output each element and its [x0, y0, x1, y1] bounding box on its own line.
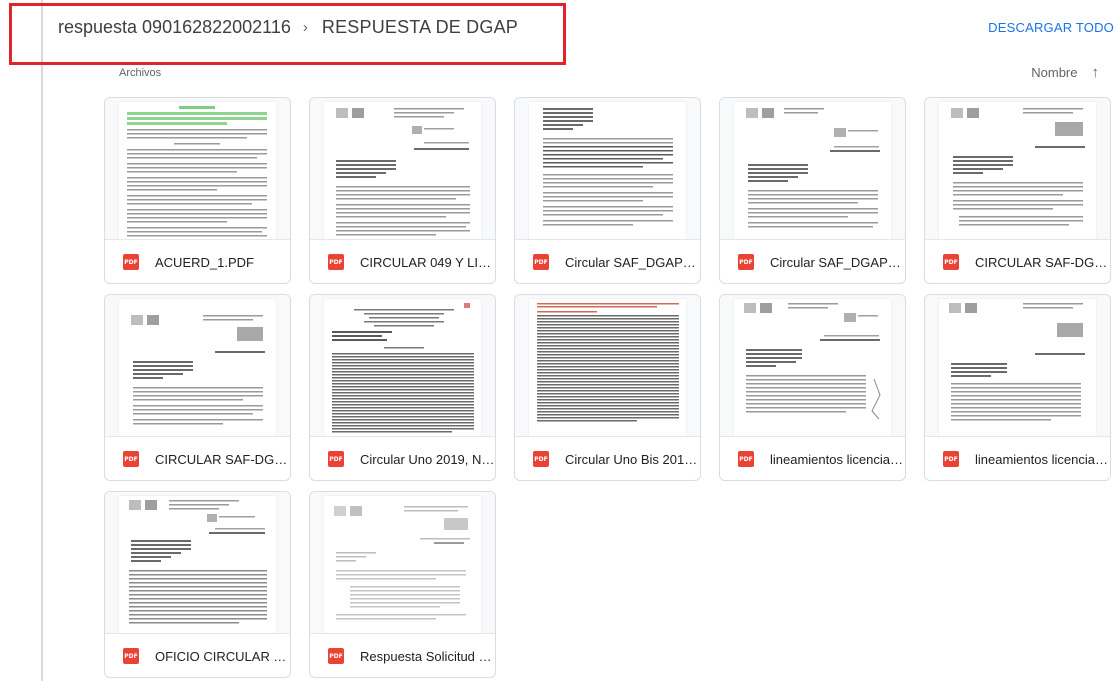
sort-by-name-button[interactable]: Nombre ↑: [1031, 64, 1099, 81]
file-card[interactable]: PDF lineamientos licencias (4...: [924, 294, 1111, 481]
file-thumbnail: [105, 98, 290, 240]
file-thumbnail: [925, 98, 1110, 240]
file-name: CIRCULAR 049 Y LINEA...: [360, 254, 495, 270]
file-card[interactable]: PDF lineamientos licencias (3...: [719, 294, 906, 481]
file-name: Respuesta Solicitud folio...: [360, 648, 495, 664]
left-divider: [41, 0, 43, 681]
breadcrumb-current: RESPUESTA DE DGAP: [321, 16, 518, 37]
pdf-file-icon: PDF: [943, 254, 959, 270]
pdf-file-icon: PDF: [328, 254, 344, 270]
file-thumbnail: [105, 492, 290, 634]
pdf-file-icon: PDF: [738, 254, 754, 270]
file-card[interactable]: PDF OFICIO CIRCULAR Y LINE...: [104, 491, 291, 678]
file-thumbnail: [515, 295, 700, 437]
file-thumbnail: [925, 295, 1110, 437]
file-card[interactable]: PDF Circular SAF_DGAPyDA_...: [719, 97, 906, 284]
file-name: Circular SAF_DGAPyDA_...: [770, 254, 905, 270]
file-card[interactable]: PDF Circular Uno 2019, Norm...: [309, 294, 496, 481]
pdf-file-icon: PDF: [123, 648, 139, 664]
file-thumbnail: [515, 98, 700, 240]
file-name: OFICIO CIRCULAR Y LINE...: [155, 648, 290, 664]
file-thumbnail: [720, 98, 905, 240]
file-name: ACUERD_1.PDF: [155, 254, 254, 270]
file-name: Circular SAF_DGAPyDA_...: [565, 254, 700, 270]
file-thumbnail: [310, 98, 495, 240]
file-card[interactable]: PDF CIRCULAR SAF-DGAPYD...: [924, 97, 1111, 284]
pdf-file-icon: PDF: [943, 451, 959, 467]
pdf-file-icon: PDF: [123, 451, 139, 467]
file-card[interactable]: PDF CIRCULAR SAF-DGAPYD...: [104, 294, 291, 481]
file-name: CIRCULAR SAF-DGAPYD...: [975, 254, 1110, 270]
file-name: Circular Uno Bis 2015, N...: [565, 451, 700, 467]
sort-label: Nombre: [1031, 65, 1078, 80]
pdf-file-icon: PDF: [328, 451, 344, 467]
file-grid: PDF ACUERD_1.PDF PDF CIRCULAR 049 Y LINE…: [104, 97, 1111, 678]
pdf-file-icon: PDF: [738, 451, 754, 467]
arrow-up-icon: ↑: [1091, 64, 1100, 81]
file-thumbnail: [720, 295, 905, 437]
file-card[interactable]: PDF CIRCULAR 049 Y LINEA...: [309, 97, 496, 284]
file-thumbnail: [105, 295, 290, 437]
header: respuesta 090162822002116 › RESPUESTA DE…: [0, 0, 1116, 65]
file-card[interactable]: PDF Circular Uno Bis 2015, N...: [514, 294, 701, 481]
files-section-label: Archivos: [119, 67, 162, 79]
pdf-file-icon: PDF: [328, 648, 344, 664]
breadcrumb-folder[interactable]: respuesta 090162822002116: [58, 17, 291, 38]
file-name: lineamientos licencias (3...: [770, 451, 905, 467]
file-card[interactable]: PDF Respuesta Solicitud folio...: [309, 491, 496, 678]
pdf-file-icon: PDF: [123, 254, 139, 270]
file-name: Circular Uno 2019, Norm...: [360, 451, 495, 467]
file-thumbnail: [310, 295, 495, 437]
chevron-right-icon: ›: [302, 18, 308, 36]
file-thumbnail: [310, 492, 495, 634]
pdf-file-icon: PDF: [533, 254, 549, 270]
file-name: CIRCULAR SAF-DGAPYD...: [155, 451, 290, 467]
download-all-button[interactable]: DESCARGAR TODO: [988, 20, 1114, 35]
file-name: lineamientos licencias (4...: [975, 451, 1110, 467]
breadcrumb: respuesta 090162822002116 › RESPUESTA DE…: [58, 14, 518, 40]
file-card[interactable]: PDF Circular SAF_DGAPyDA_...: [514, 97, 701, 284]
file-card[interactable]: PDF ACUERD_1.PDF: [104, 97, 291, 284]
pdf-file-icon: PDF: [533, 451, 549, 467]
